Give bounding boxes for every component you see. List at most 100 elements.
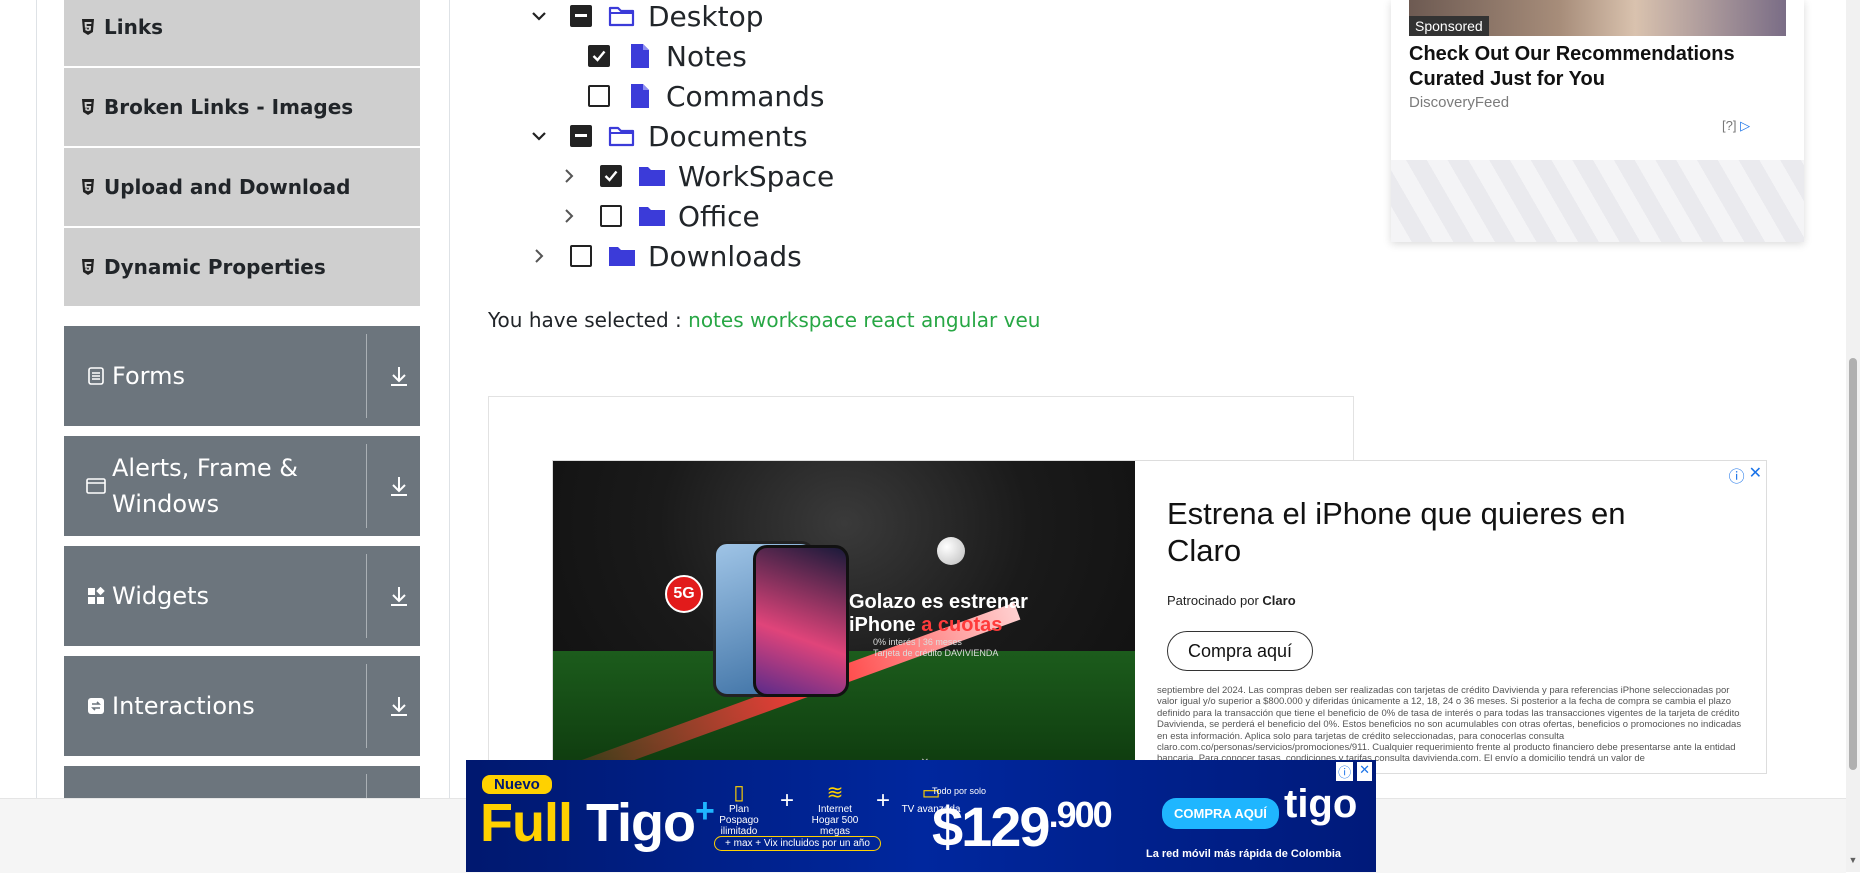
tree-node-notes: Notes [588, 36, 747, 76]
html5-icon [80, 19, 96, 35]
folder-icon [638, 204, 666, 228]
ad-slogan: Golazo es estrenar iPhone a cuotas [849, 591, 1028, 637]
tigo-item-plan: ▯ Plan Pospago ilimitado [708, 782, 770, 837]
tree-node-label[interactable]: Commands [666, 80, 825, 113]
adchoices-icon[interactable]: ▷ [1740, 118, 1750, 133]
tree-node-label[interactable]: Notes [666, 40, 747, 73]
checkbox-unchecked[interactable] [570, 245, 592, 267]
slogan-line1: Golazo es estrenar [849, 591, 1028, 613]
tree-node-office: Office [558, 196, 760, 236]
phone-front [753, 545, 849, 697]
sponsored-title[interactable]: Check Out Our Recommendations Curated Ju… [1409, 42, 1789, 92]
tigo-full: Full Tigo+ [480, 792, 715, 854]
chevron-right-icon[interactable] [558, 205, 580, 227]
scrollbar-thumb[interactable] [1849, 358, 1857, 770]
scroll-down-icon[interactable]: ▼ [1847, 852, 1859, 868]
group-divider [366, 444, 367, 528]
tree-node-label[interactable]: Office [678, 200, 760, 233]
html5-icon [80, 179, 96, 195]
chevron-right-icon[interactable] [558, 165, 580, 187]
ad-headline[interactable]: Estrena el iPhone que quieres en Claro [1167, 495, 1687, 569]
sidebar-item-broken-links[interactable]: Broken Links - Images [64, 68, 420, 148]
html5-icon [80, 259, 96, 275]
info-icon[interactable]: ⓘ [1336, 762, 1354, 781]
tigo-full-word: Full [480, 793, 586, 853]
badge-5g: 5G [665, 575, 703, 613]
tigo-price-small: .900 [1048, 794, 1113, 835]
chevron-down-icon[interactable] [528, 125, 550, 147]
tree-node-commands: Commands [588, 76, 825, 116]
tigo-price: $129.900 [932, 794, 1113, 859]
sidebar-item-dynamic-properties[interactable]: Dynamic Properties [64, 228, 420, 308]
tigo-bundle: + max + Vix incluidos por un año [714, 836, 881, 851]
tigo-ad[interactable]: Nuevo Full Tigo+ ▯ Plan Pospago ilimitado… [466, 760, 1376, 872]
folder-open-icon [608, 4, 636, 28]
card-pattern [1391, 160, 1804, 242]
ad-sponsor-brand: Claro [1262, 593, 1296, 608]
download-icon[interactable] [384, 691, 414, 721]
chevron-right-icon[interactable] [528, 245, 550, 267]
ad-sponsor: Patrocinado por Claro [1167, 593, 1296, 608]
ad-legal: septiembre del 2024. Las compras deben s… [1157, 685, 1742, 765]
tigo-brand: Tigo [585, 793, 696, 853]
tigo-item-internet: ≋ Internet Hogar 500 megas [804, 782, 866, 837]
tree-node-label[interactable]: Downloads [648, 240, 802, 273]
tigo-logo: tigo [1284, 782, 1358, 826]
sidebar-left-border [36, 0, 37, 800]
checkbox-checked[interactable] [600, 165, 622, 187]
tree-node-label[interactable]: Documents [648, 120, 808, 153]
window-icon [86, 477, 106, 495]
sidebar-item-links[interactable]: Links [64, 0, 420, 68]
selected-values: notes workspace react angular veu [688, 308, 1041, 332]
file-icon [626, 44, 654, 68]
selected-result: You have selected : notes workspace reac… [488, 308, 1040, 332]
phone-icon: ▯ [733, 782, 745, 804]
sidebar-group-alerts[interactable]: Alerts, Frame & Windows [64, 436, 420, 536]
info-icon[interactable]: ⓘ [1729, 463, 1745, 487]
sponsored-tag: Sponsored [1409, 16, 1489, 36]
slogan-iphone: iPhone [849, 614, 922, 636]
group-divider [366, 554, 367, 638]
download-icon[interactable] [384, 361, 414, 391]
tigo-item-label: Internet Hogar 500 megas [811, 804, 859, 837]
tree-node-desktop: Desktop [528, 0, 763, 36]
sponsored-card[interactable]: Sponsored Check Out Our Recommendations … [1391, 0, 1804, 242]
group-label: Alerts, Frame & Windows [112, 454, 299, 518]
close-icon[interactable]: ✕ [1357, 762, 1372, 781]
tigo-price-main: $129 [932, 795, 1051, 858]
checkbox-checked[interactable] [588, 45, 610, 67]
tigo-cta-button[interactable]: COMPRA AQUÍ [1162, 798, 1279, 829]
ad-image: 5G Golazo es estrenar iPhone a cuotas 0%… [553, 461, 1135, 773]
sidebar-right-border [449, 0, 450, 800]
slogan-cuotas: a cuotas [921, 614, 1003, 636]
download-icon[interactable] [384, 471, 414, 501]
tree-node-label[interactable]: Desktop [648, 0, 763, 33]
chevron-down-icon[interactable] [528, 5, 550, 27]
tigo-tagline: La red móvil más rápida de Colombia [1146, 848, 1341, 860]
iphone-ad[interactable]: 5G Golazo es estrenar iPhone a cuotas 0%… [552, 460, 1767, 774]
sidebar-item-label: Upload and Download [104, 175, 351, 199]
sidebar-group-interactions[interactable]: Interactions [64, 656, 420, 756]
close-icon[interactable]: ✕ [1749, 463, 1762, 487]
sidebar-group-forms[interactable]: Forms [64, 326, 420, 426]
ad-sponsor-prefix: Patrocinado por [1167, 593, 1263, 608]
checkbox-unchecked[interactable] [588, 85, 610, 107]
sidebar-item-upload-download[interactable]: Upload and Download [64, 148, 420, 228]
widgets-icon [86, 587, 106, 605]
checkbox-partial[interactable] [570, 125, 592, 147]
fine-line2: Tarjeta de crédito DAVIVIENDA [873, 648, 999, 658]
tree-node-downloads: Downloads [528, 236, 802, 276]
download-icon[interactable] [384, 581, 414, 611]
ad-cta-button[interactable]: Compra aquí [1167, 631, 1313, 671]
wifi-icon: ≋ [826, 782, 844, 804]
tigo-items: ▯ Plan Pospago ilimitado + ≋ Internet Hoga… [708, 782, 962, 837]
tree-node-label[interactable]: WorkSpace [678, 160, 834, 193]
sidebar-group-widgets[interactable]: Widgets [64, 546, 420, 646]
group-label: Forms [112, 362, 185, 390]
group-divider [366, 334, 367, 418]
checkbox-unchecked[interactable] [600, 205, 622, 227]
checkbox-partial[interactable] [570, 5, 592, 27]
sidebar-item-label: Dynamic Properties [104, 255, 326, 279]
ad-help-link[interactable]: [?] ▷ [1722, 118, 1750, 134]
form-icon [86, 367, 106, 385]
